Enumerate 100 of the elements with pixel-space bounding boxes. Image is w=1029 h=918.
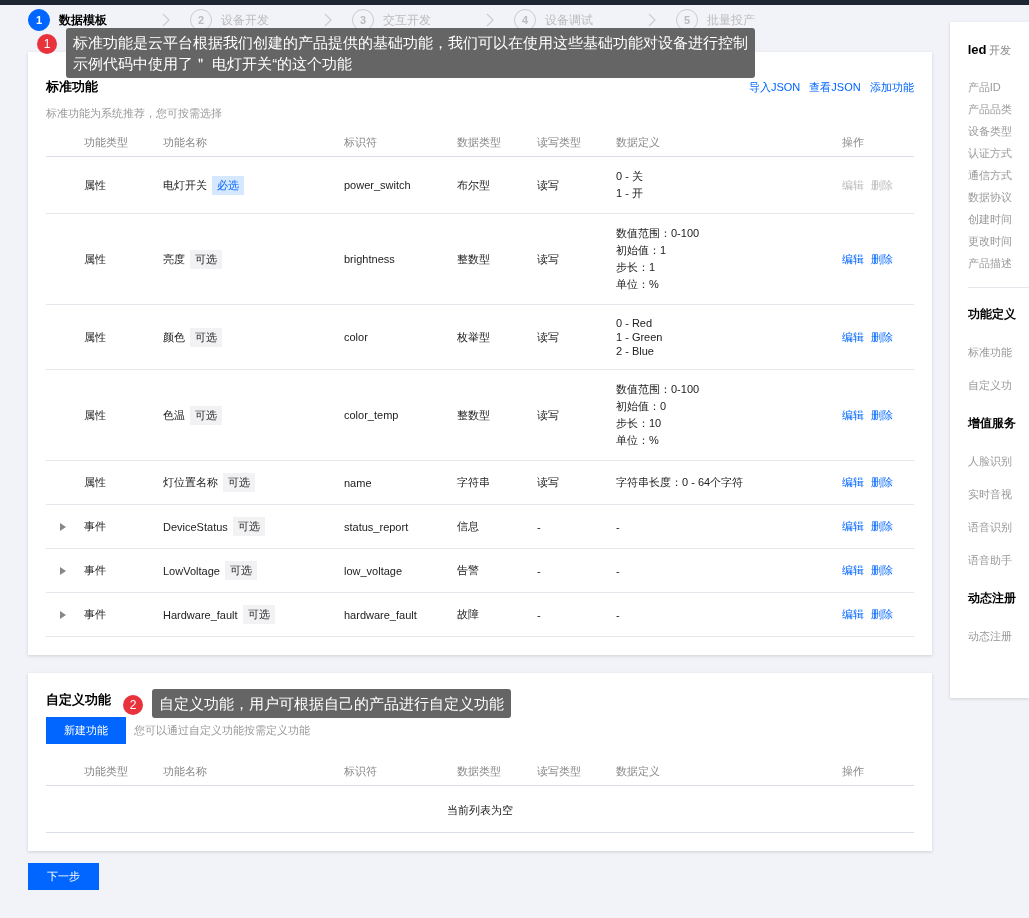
- definition-line: 1 - 开: [616, 186, 644, 201]
- table-cell-text: 读写: [537, 407, 560, 423]
- edit-link[interactable]: 编辑: [842, 407, 864, 423]
- column-header: 数据类型: [457, 135, 502, 150]
- edit-link[interactable]: 编辑: [842, 563, 864, 578]
- expand-caret-icon[interactable]: [60, 610, 66, 619]
- expand-caret-icon[interactable]: [60, 566, 66, 575]
- definition-line: -: [616, 564, 621, 577]
- table-cell-text: -: [537, 608, 542, 621]
- column-header: 读写类型: [537, 764, 582, 779]
- edit-link[interactable]: 编辑: [842, 251, 864, 267]
- chevron-right-icon: [162, 13, 170, 27]
- table-cell-text: 事件: [84, 563, 107, 578]
- table-cell-text: 枚举型: [457, 329, 491, 345]
- product-name: led: [967, 42, 987, 57]
- table-cell: 电灯开关: [163, 177, 207, 193]
- next-button[interactable]: 下一步: [28, 863, 99, 890]
- field-label: 设备类型: [967, 124, 1013, 139]
- new-feature-button[interactable]: 新建功能: [46, 717, 126, 744]
- column-header: 标识符: [344, 764, 378, 779]
- table-cell: LowVoltage: [163, 564, 220, 577]
- edit-link[interactable]: 编辑: [842, 519, 864, 534]
- column-header: 操作: [842, 764, 865, 779]
- column-header: 标识符: [344, 135, 378, 150]
- definition-line: 0 - Red: [616, 317, 654, 329]
- table-cell-text: 属性: [84, 251, 107, 267]
- table-cell: 色温: [163, 407, 185, 423]
- table-cell-text: brightness: [344, 253, 396, 265]
- card-title: 标准功能: [46, 78, 98, 96]
- column-header: 功能类型: [84, 135, 129, 150]
- column-header: 读写类型: [537, 135, 582, 150]
- definition-line: 单位：%: [616, 277, 660, 292]
- definition-line: 1 - Green: [616, 331, 664, 343]
- step-label[interactable]: 数据模板: [59, 11, 107, 29]
- definition-line: -: [616, 608, 621, 621]
- field-label: 更改时间: [967, 234, 1013, 249]
- column-header: 数据定义: [616, 135, 661, 150]
- table-cell-text: low_voltage: [344, 564, 404, 577]
- definition-line: 字符串长度：0 - 64个字符: [616, 475, 745, 490]
- delete-link[interactable]: 删除: [871, 607, 893, 622]
- table-cell: 颜色: [163, 329, 185, 345]
- edit-link[interactable]: 编辑: [842, 607, 864, 622]
- delete-link[interactable]: 删除: [871, 251, 893, 267]
- annotation-text: 自定义功能，用户可根据自己的产品进行自定义功能: [159, 694, 504, 714]
- chevron-right-icon: [486, 13, 494, 27]
- section-title: 动态注册: [967, 590, 1017, 607]
- header-link[interactable]: 查看JSON: [809, 79, 861, 95]
- header-link[interactable]: 导入JSON: [748, 79, 801, 95]
- table-cell-text: 事件: [84, 607, 107, 622]
- tag: 可选: [190, 249, 222, 269]
- column-header: 功能名称: [163, 764, 208, 779]
- table-cell-text: 属性: [84, 407, 107, 423]
- edit-link[interactable]: 编辑: [842, 329, 864, 345]
- table-cell-text: 读写: [537, 329, 560, 345]
- table-cell-text: 属性: [84, 329, 107, 345]
- definition-line: 单位：%: [616, 433, 660, 448]
- header-link[interactable]: 添加功能: [869, 79, 914, 95]
- field-label: 产品ID: [967, 80, 1002, 95]
- table-cell-text: 属性: [84, 177, 107, 193]
- delete-link[interactable]: 删除: [871, 407, 893, 423]
- delete-link[interactable]: 删除: [871, 519, 893, 534]
- delete-link[interactable]: 删除: [871, 329, 893, 345]
- edit-link[interactable]: 编辑: [842, 475, 864, 490]
- tag: 可选: [242, 605, 275, 624]
- tag: 可选: [223, 473, 255, 492]
- field-label: 自定义功: [967, 378, 1013, 393]
- table-cell-text: status_report: [344, 520, 410, 533]
- definition-line: 初始值：1: [616, 243, 668, 258]
- table-cell-text: power_switch: [344, 179, 412, 191]
- section-title: 增值服务: [967, 415, 1017, 432]
- step-number[interactable]: 1: [28, 9, 50, 31]
- hint-text: 您可以通过自定义功能按需定义功能: [134, 723, 310, 738]
- field-label: 人脸识别: [967, 454, 1013, 469]
- table-cell-text: color_temp: [344, 409, 400, 421]
- number-badge: 1: [37, 34, 57, 54]
- expand-caret-icon[interactable]: [60, 522, 66, 531]
- field-label: 动态注册: [967, 629, 1013, 644]
- definition-line: 初始值：0: [616, 399, 668, 414]
- delete-link[interactable]: 删除: [871, 475, 893, 490]
- definition-line: -: [616, 520, 621, 533]
- table-cell-text: 属性: [84, 475, 107, 490]
- chevron-right-icon: [648, 13, 656, 27]
- tag: 可选: [190, 405, 222, 425]
- column-header: 操作: [842, 135, 865, 150]
- section-title: 功能定义: [967, 306, 1017, 323]
- field-label: 语音助手: [967, 553, 1013, 568]
- field-label: 认证方式: [967, 146, 1013, 161]
- table-cell-text: color: [344, 331, 369, 343]
- column-header: 数据定义: [616, 764, 661, 779]
- table-cell-text: 布尔型: [457, 177, 491, 193]
- table-cell: Hardware_fault: [163, 608, 238, 621]
- table-cell-text: 读写: [537, 475, 560, 490]
- table-cell-text: 整数型: [457, 251, 491, 267]
- annotation-text: 标准功能是云平台根据我们创建的产品提供的基础功能，我们可以在使用这些基础功能对设备进行控制: [73, 33, 748, 53]
- tag: 可选: [232, 517, 265, 536]
- definition-line: 2 - Blue: [616, 345, 655, 357]
- definition-line: 0 - 关: [616, 169, 644, 184]
- table-cell-text: 整数型: [457, 407, 491, 423]
- column-header: 数据类型: [457, 764, 502, 779]
- delete-link[interactable]: 删除: [871, 563, 893, 578]
